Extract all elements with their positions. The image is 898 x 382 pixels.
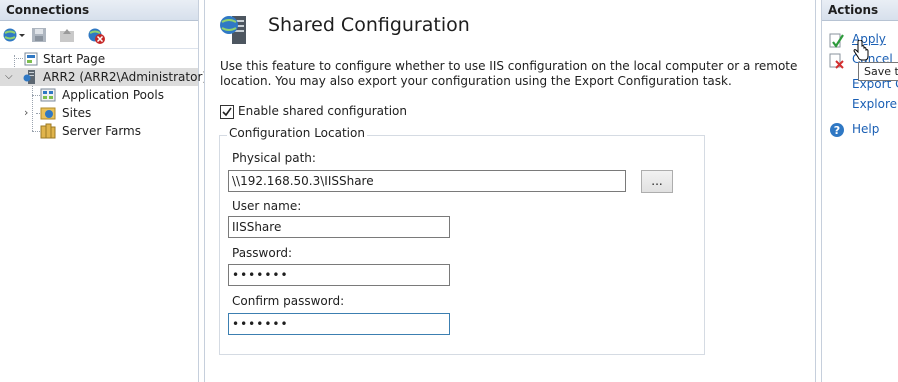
collapse-chevron-icon[interactable]: ⌵ xyxy=(5,68,13,86)
username-input[interactable]: IISShare xyxy=(228,216,450,238)
confirm-password-input[interactable]: ••••••• xyxy=(228,313,450,335)
feature-description: Use this feature to configure whether to… xyxy=(220,59,798,88)
tree-item-start-page[interactable]: Start Page xyxy=(23,50,193,68)
page-title: Shared Configuration xyxy=(268,14,470,36)
application-pools-icon xyxy=(40,87,56,103)
sites-icon xyxy=(40,105,56,121)
hand-cursor-icon xyxy=(852,39,870,62)
tree-label: Server Farms xyxy=(62,124,141,138)
browse-button[interactable]: ... xyxy=(641,170,673,193)
connections-header: Connections xyxy=(0,0,198,21)
help-action[interactable]: Help xyxy=(852,122,879,136)
shared-configuration-icon xyxy=(219,12,251,44)
configuration-location-legend: Configuration Location xyxy=(227,126,367,140)
actions-header: Actions xyxy=(822,0,898,21)
cancel-x-icon xyxy=(829,53,845,69)
physical-path-label: Physical path: xyxy=(232,151,316,165)
disconnect-icon[interactable] xyxy=(88,27,105,44)
physical-path-input[interactable]: \\192.168.50.3\IISShare xyxy=(228,170,626,192)
help-icon: ? xyxy=(829,122,845,138)
password-label: Password: xyxy=(232,246,293,260)
apply-tooltip: Save th xyxy=(858,62,898,81)
explore-action[interactable]: Explore... xyxy=(852,97,898,111)
connections-panel: Connections Start Page ⌵ ARR2 (ARR2\Admi… xyxy=(0,0,207,382)
server-farms-icon xyxy=(40,123,56,139)
save-icon[interactable] xyxy=(31,27,47,43)
checkmark-icon xyxy=(222,107,232,117)
main-content: Shared Configuration Use this feature to… xyxy=(204,0,816,382)
password-input[interactable]: ••••••• xyxy=(228,264,450,286)
enable-shared-config-checkbox[interactable] xyxy=(220,105,234,119)
tree-line xyxy=(32,131,40,132)
tree-label: Application Pools xyxy=(62,88,164,102)
apply-check-icon xyxy=(829,33,845,49)
tree-label: Start Page xyxy=(43,52,106,66)
tree-line xyxy=(32,95,40,96)
up-folder-icon[interactable] xyxy=(59,27,75,43)
tree-label: ARR2 (ARR2\Administrator) xyxy=(43,70,208,84)
expand-chevron-icon[interactable]: › xyxy=(24,104,28,122)
confirm-password-label: Confirm password: xyxy=(232,294,345,308)
server-icon xyxy=(23,69,39,85)
connect-globe-icon[interactable] xyxy=(3,27,25,43)
tree-label: Sites xyxy=(62,106,92,120)
connections-toolbar xyxy=(0,22,198,49)
tree-item-application-pools[interactable]: Application Pools xyxy=(40,86,195,104)
tree-item-server-farms[interactable]: Server Farms xyxy=(40,122,195,140)
tree-line xyxy=(14,58,23,59)
start-page-icon xyxy=(23,51,39,67)
svg-text:?: ? xyxy=(834,124,840,137)
enable-shared-config-label[interactable]: Enable shared configuration xyxy=(238,104,407,118)
username-label: User name: xyxy=(232,199,302,213)
tree-item-sites[interactable]: › Sites xyxy=(24,104,194,122)
tree-item-server[interactable]: ⌵ ARR2 (ARR2\Administrator) xyxy=(0,68,207,86)
